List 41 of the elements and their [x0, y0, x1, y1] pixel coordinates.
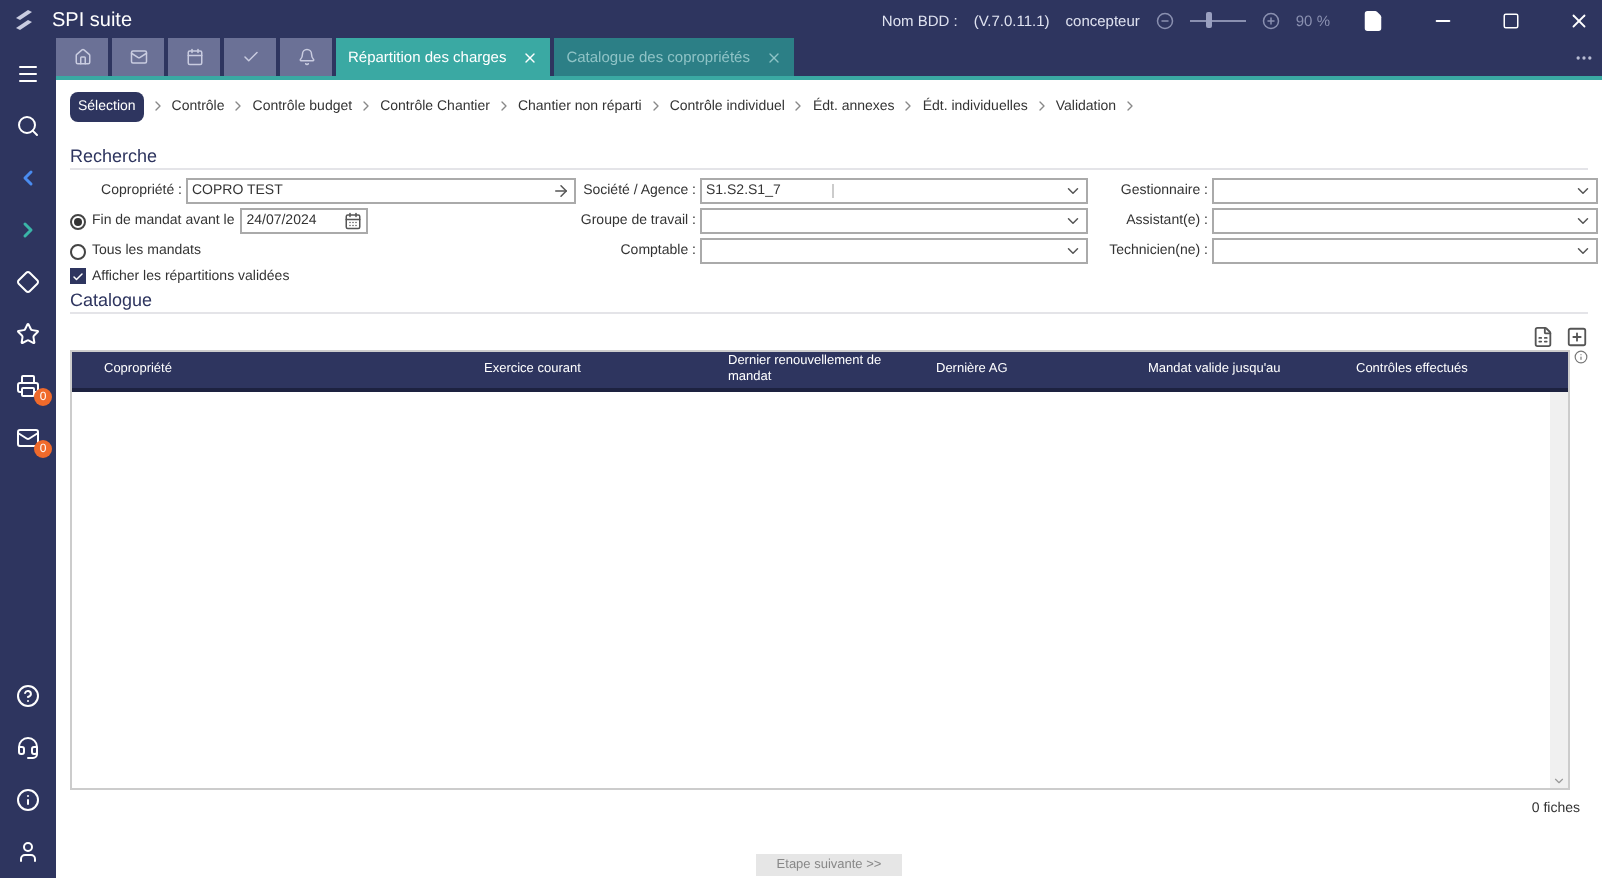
window-title: SPI suite — [52, 9, 133, 31]
diamond-icon[interactable] — [16, 270, 40, 294]
section-title: Recherche — [70, 146, 1588, 170]
zoom-out-icon[interactable] — [1155, 11, 1174, 29]
calendar-icon — [185, 48, 203, 66]
user-icon[interactable] — [16, 840, 40, 864]
dropdown-field[interactable] — [1212, 238, 1598, 264]
add-icon[interactable] — [1566, 326, 1588, 348]
mail-icon[interactable] — [16, 426, 40, 450]
radio-button[interactable] — [70, 243, 86, 259]
logo-icon — [12, 8, 36, 32]
zoom-in-icon[interactable] — [1261, 11, 1280, 29]
dropdown-field[interactable] — [1212, 178, 1598, 204]
scrollbar[interactable] — [1550, 392, 1568, 788]
dropdown-field[interactable] — [700, 238, 1088, 264]
help-icon[interactable] — [16, 684, 40, 708]
dropdown-field[interactable] — [1212, 208, 1598, 234]
search-icon[interactable] — [16, 114, 40, 138]
arrow-right-icon[interactable] — [552, 182, 570, 200]
calendar-icon[interactable] — [344, 212, 363, 230]
checkbox[interactable] — [70, 268, 86, 284]
spreadsheet-icon[interactable] — [1532, 326, 1554, 348]
close-icon[interactable] — [1568, 9, 1590, 31]
zoom-slider[interactable] — [1189, 12, 1246, 28]
bell-icon — [297, 48, 315, 66]
tab[interactable] — [280, 38, 332, 76]
tab[interactable] — [168, 38, 220, 76]
tab[interactable] — [112, 38, 164, 76]
headset-icon[interactable] — [16, 736, 40, 760]
menu-icon[interactable] — [16, 62, 40, 86]
printer-icon[interactable] — [16, 374, 40, 398]
check-icon — [241, 48, 259, 66]
document-icon[interactable] — [1362, 9, 1384, 31]
section-title: Catalogue — [70, 290, 1588, 314]
star-icon[interactable] — [16, 322, 40, 346]
tab[interactable] — [56, 38, 108, 76]
home-icon — [73, 48, 91, 66]
mail-icon — [129, 48, 147, 66]
maximize-icon[interactable] — [1502, 11, 1520, 29]
dropdown-field[interactable] — [700, 208, 1088, 234]
radio-button[interactable] — [70, 213, 86, 229]
